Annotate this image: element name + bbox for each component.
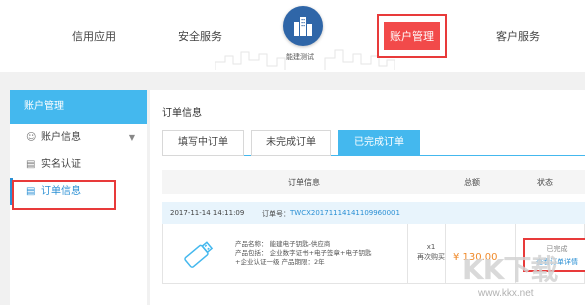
sidebar-item-label: 实名认证 [41,159,81,170]
watermark: KK下载 www.kkx.net [456,248,585,305]
brand-name: 能建测试 [286,53,314,61]
product-info: 产品名称： 能建电子钥匙-供应商 产品包括： 企业数字证书+电子签章+电子钥匙 … [235,240,371,267]
highlight-annotation [12,180,116,210]
user-icon: ☺ [26,132,37,143]
watermark-logo: KK下载 [462,253,558,286]
order-number[interactable]: TWCX20171114141109960001 [290,209,400,217]
brand-logo[interactable]: 能建测试 [282,6,324,66]
column-header-order-info: 订单信息 [288,178,320,187]
sidebar-header: 账户管理 [10,90,147,124]
order-datetime: 2017-11-14 14:11:09 [170,209,245,217]
id-card-icon: ▤ [26,159,36,170]
product-extra: +企业认证一级 产品期限：2年 [235,258,325,266]
nav-customer-service[interactable]: 客户服务 [496,28,540,44]
nav-account-management[interactable]: 账户管理 [377,14,447,58]
tab-incomplete-orders[interactable]: 未完成订单 [251,130,331,156]
product-includes: 产品包括： 企业数字证书+电子签章+电子钥匙 [235,249,372,257]
top-navigation: 信用应用 安全服务 能建测试 账户管理 客户服务 [0,0,585,72]
page-title: 订单信息 [162,108,202,119]
usb-key-icon [184,241,214,268]
building-icon [283,6,323,46]
nav-credit-apps[interactable]: 信用应用 [72,28,116,44]
table-header: 订单信息 总额 状态 [162,170,585,194]
sidebar-item-real-name-auth[interactable]: ▤ 实名认证 [10,151,147,178]
nav-account-management-label: 账户管理 [384,22,440,50]
product-name: 产品名称： 能建电子钥匙-供应商 [235,240,331,248]
quantity-cell: x1 再次购买 [417,242,445,262]
order-number-label: 订单号： [262,210,290,218]
order-tabs: 填写中订单 未完成订单 已完成订单 [162,130,585,156]
quantity: x1 [426,243,436,251]
watermark-url: www.kkx.net [478,288,534,299]
order-summary-bar: 2017-11-14 14:11:09 订单号： TWCX20171114141… [162,202,585,224]
column-divider [407,224,408,284]
sidebar-item-account-info[interactable]: ☺ 账户信息 ▼ [10,124,147,151]
column-header-total: 总额 [464,178,480,187]
tab-pending-orders[interactable]: 填写中订单 [162,130,244,156]
column-header-status: 状态 [537,178,553,187]
sidebar-item-label: 账户信息 [41,132,81,143]
rebuy-link[interactable]: 再次购买 [417,252,445,262]
column-divider [445,224,446,284]
chevron-down-icon: ▼ [128,133,135,142]
tab-completed-orders[interactable]: 已完成订单 [338,130,420,156]
nav-security-services[interactable]: 安全服务 [178,28,222,44]
